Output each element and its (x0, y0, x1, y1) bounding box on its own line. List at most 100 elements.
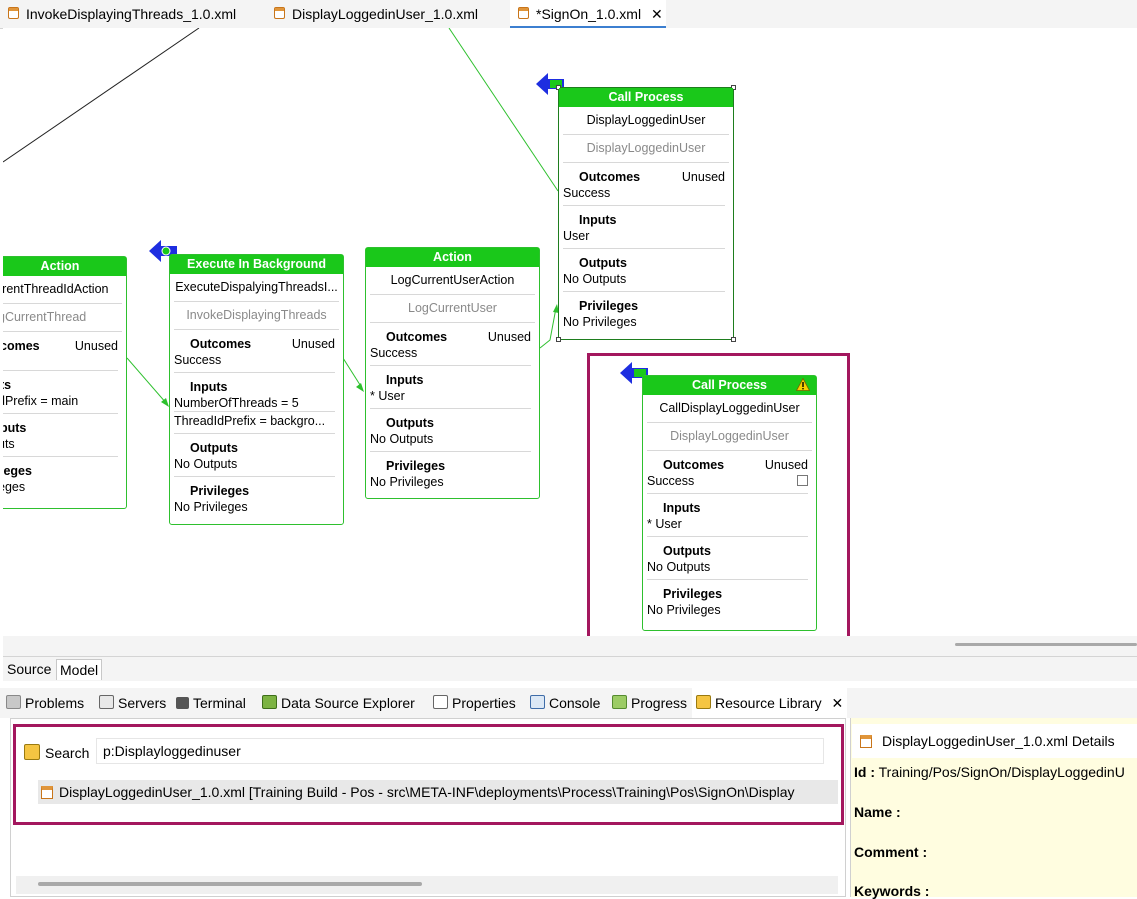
tab-data-source-explorer[interactable]: Data Source Explorer (262, 688, 415, 718)
properties-icon (433, 695, 448, 709)
outcomes-unused: Unused (681, 170, 725, 184)
tab-label: Console (549, 695, 601, 711)
privileges-value: eges (3, 480, 26, 494)
tab-label: Progress (631, 695, 688, 711)
warning-icon (796, 378, 810, 391)
node-header: Action (366, 248, 539, 267)
resize-handle[interactable] (731, 337, 736, 342)
tab-problems[interactable]: Problems (6, 688, 84, 718)
connector-arrowhead (161, 398, 169, 407)
outcomes-unused: Unused (487, 330, 531, 344)
tab-terminal[interactable]: Terminal (176, 688, 246, 718)
privileges-value: No Privileges (647, 603, 721, 617)
inputs-value: ThreadIdPrefix = backgro... (174, 411, 335, 429)
privileges-section: Privileges No Privileges (370, 452, 531, 494)
xml-file-icon (8, 7, 19, 19)
node-name: rrentThreadIdAction (3, 276, 122, 304)
editor-tab-signon[interactable]: *SignOn_1.0.xml ✕ (510, 0, 666, 28)
outputs-section: Outputs No Outputs (563, 249, 725, 292)
node-name: ExecuteDispalyingThreadsI... (174, 274, 339, 302)
execute-in-background-node[interactable]: Execute In Background ExecuteDispalyingT… (169, 254, 344, 525)
search-label-row: Search (24, 740, 89, 766)
privileges-title: Privileges (190, 484, 250, 498)
connector-line (342, 357, 363, 389)
outcomes-section: Outcomes Unused Success (563, 163, 725, 206)
inputs-title: Inputs (386, 373, 424, 387)
inputs-value: dPrefix = main (3, 394, 79, 408)
horizontal-scrollbar-thumb[interactable] (38, 882, 422, 886)
inputs-title: Inputs (579, 213, 617, 227)
connector-arrowhead (356, 383, 364, 392)
tab-resource-library[interactable]: Resource Library ✕ (692, 688, 848, 718)
connector-line (539, 307, 557, 349)
outputs-value: No Outputs (370, 432, 434, 446)
node-name: CallDisplayLoggedinUser (647, 395, 812, 423)
outcomes-section: Outcomes Unused Success (370, 323, 531, 366)
canvas-scrollbar-thumb[interactable] (955, 643, 1137, 646)
tab-label: Terminal (193, 695, 246, 711)
editor-tab-invoke-displaying-threads[interactable]: InvokeDisplayingThreads_1.0.xml (0, 0, 262, 28)
outputs-title: Outputs (386, 416, 434, 430)
node-name: LogCurrentUserAction (370, 267, 535, 295)
outputs-title: Outputs (663, 544, 711, 558)
action-node-current-thread[interactable]: Action rrentThreadIdAction gCurrentThrea… (3, 256, 127, 509)
xml-file-icon (41, 786, 53, 799)
outcomes-section: comes Unused (3, 332, 118, 371)
privileges-title: Privileges (663, 587, 723, 601)
inputs-section: Inputs * User (370, 366, 531, 409)
editor-tab-bar: InvokeDisplayingThreads_1.0.xml DisplayL… (0, 0, 1137, 29)
details-title: DisplayLoggedinUser_1.0.xml Details (882, 733, 1115, 749)
tab-properties[interactable]: Properties (433, 688, 516, 718)
outcome-checkbox[interactable] (797, 475, 808, 486)
view-tab-bar: Problems Servers Terminal Data Source Ex… (0, 688, 1137, 718)
tab-console[interactable]: Console (530, 688, 600, 718)
close-icon[interactable]: ✕ (832, 695, 844, 711)
tab-servers[interactable]: Servers (99, 688, 166, 718)
node-reference: DisplayLoggedinUser (563, 135, 729, 163)
call-process-node-new[interactable]: Call Process CallDisplayLoggedinUser Dis… (642, 375, 817, 631)
tab-source[interactable]: Source (4, 659, 54, 679)
progress-icon (612, 695, 627, 709)
xml-file-icon (274, 7, 285, 19)
outputs-value: uts (3, 437, 15, 451)
resize-handle[interactable] (556, 337, 561, 342)
editor-tab-label: InvokeDisplayingThreads_1.0.xml (26, 6, 237, 22)
terminal-icon (176, 697, 189, 709)
inputs-title: Inputs (190, 380, 228, 394)
details-comment-row: Comment : (854, 844, 927, 860)
connector-line (3, 28, 200, 163)
outcomes-value: Success (647, 474, 695, 488)
tab-progress[interactable]: Progress (612, 688, 687, 718)
close-icon[interactable]: ✕ (651, 0, 663, 28)
tab-label: Servers (118, 695, 167, 711)
details-comment-label: Comment : (854, 844, 928, 860)
action-node-log-current-user[interactable]: Action LogCurrentUserAction LogCurrentUs… (365, 247, 540, 499)
outputs-section: Outputs No Outputs (174, 434, 335, 477)
tab-label: Problems (25, 695, 85, 711)
inputs-section: Inputs User (563, 206, 725, 249)
outcomes-section: Outcomes Unused Success (174, 330, 335, 373)
tab-label: Properties (452, 695, 516, 711)
outcomes-unused: Unused (764, 458, 808, 472)
details-id-value: Training/Pos/SignOn/DisplayLoggedinU (878, 764, 1125, 780)
source-model-tab-bar: Source Model (3, 656, 1137, 681)
process-canvas[interactable]: Action rrentThreadIdAction gCurrentThrea… (3, 28, 1137, 636)
inputs-value: * User (370, 389, 405, 403)
node-reference: LogCurrentUser (370, 295, 535, 323)
result-list-item[interactable]: DisplayLoggedinUser_1.0.xml [Training Bu… (38, 780, 838, 804)
search-input[interactable] (96, 738, 824, 764)
outputs-value: No Outputs (647, 560, 711, 574)
editor-tab-label: *SignOn_1.0.xml (536, 6, 642, 22)
editor-tab-display-loggedin-user[interactable]: DisplayLoggedinUser_1.0.xml (266, 0, 506, 28)
data-source-icon (262, 695, 277, 709)
privileges-section: Privileges No Privileges (647, 580, 808, 622)
outputs-section: Outputs No Outputs (370, 409, 531, 452)
node-header: Call Process (643, 376, 816, 395)
privileges-title: Privileges (386, 459, 446, 473)
resource-library-icon (696, 695, 711, 709)
node-name: DisplayLoggedinUser (563, 107, 729, 135)
inputs-value: User (563, 229, 590, 243)
tab-model[interactable]: Model (56, 659, 103, 680)
call-process-node-display-loggedin-user[interactable]: Call Process DisplayLoggedinUser Display… (556, 85, 736, 342)
outputs-title: Outputs (579, 256, 627, 270)
